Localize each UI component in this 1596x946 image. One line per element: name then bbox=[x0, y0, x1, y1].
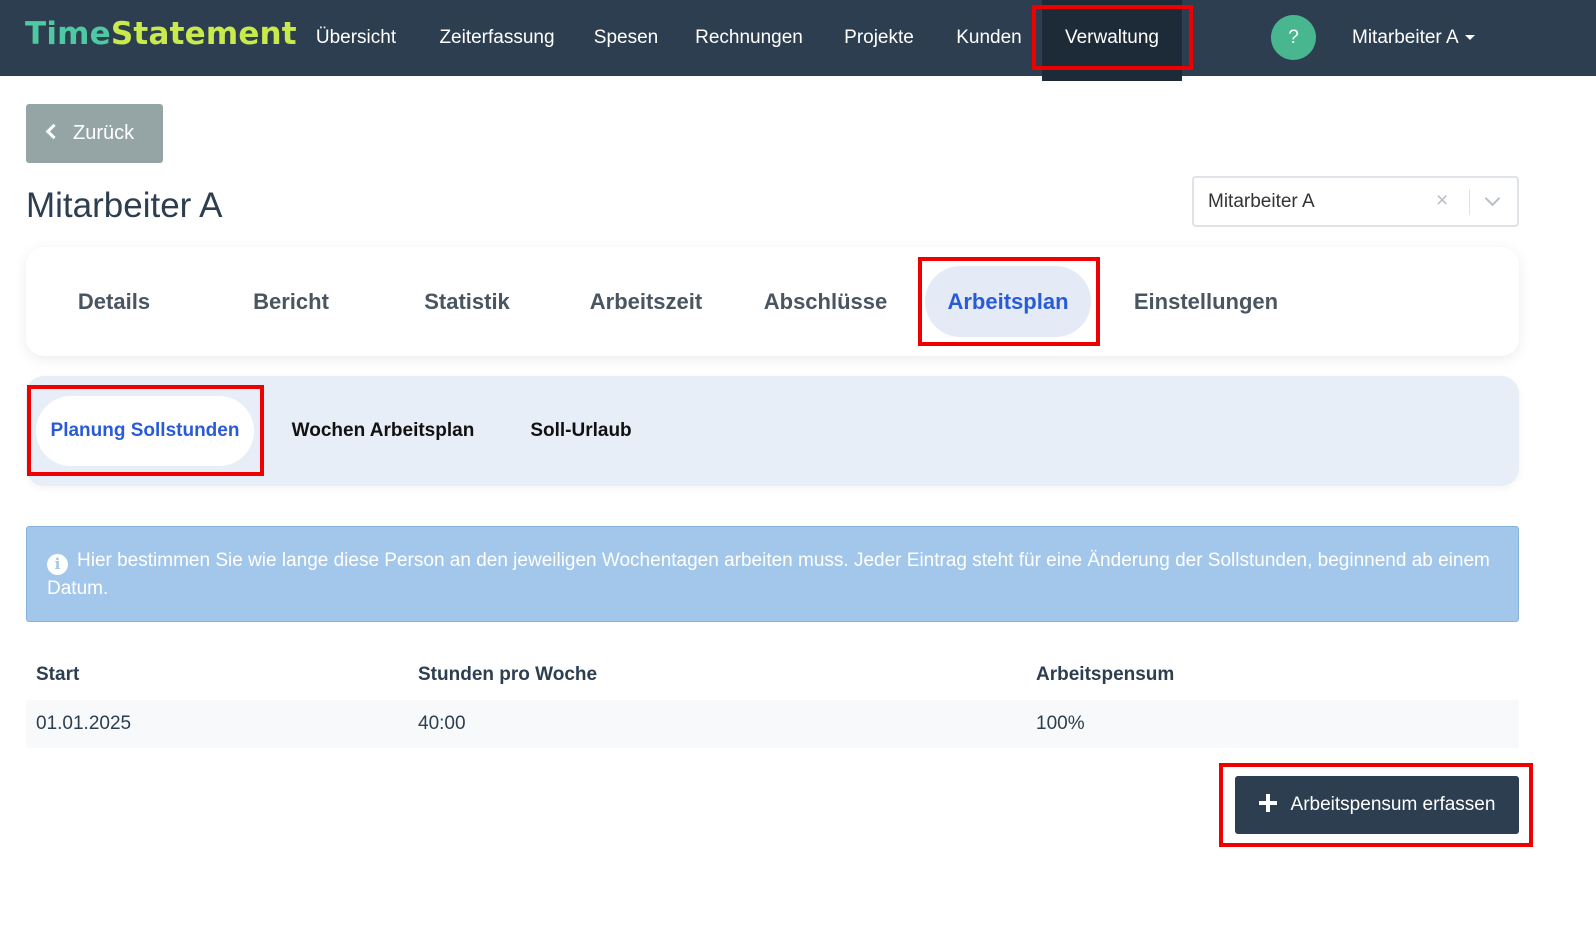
tab-bericht[interactable]: Bericht bbox=[238, 266, 344, 337]
employee-select[interactable]: Mitarbeiter A × bbox=[1192, 176, 1519, 227]
column-header-start: Start bbox=[36, 664, 80, 685]
brand-logo[interactable]: TimeStatement bbox=[25, 16, 297, 52]
tab-statistik[interactable]: Statistik bbox=[412, 266, 522, 337]
chevron-left-icon bbox=[45, 123, 62, 140]
top-navbar: TimeStatement Übersicht Zeiterfassung Sp… bbox=[0, 0, 1596, 76]
tab-arbeitszeit[interactable]: Arbeitszeit bbox=[581, 266, 711, 337]
brand-part-time: Time bbox=[25, 16, 111, 52]
nav-item-verwaltung[interactable]: Verwaltung bbox=[1042, 0, 1182, 76]
arbeitsplan-subtabs: Planung Sollstunden Wochen Arbeitsplan S… bbox=[26, 376, 1519, 486]
table-row[interactable]: 01.01.2025 40:00 100% bbox=[26, 700, 1519, 748]
cell-start: 01.01.2025 bbox=[36, 713, 132, 734]
subtab-soll-urlaub[interactable]: Soll-Urlaub bbox=[522, 396, 640, 466]
user-menu[interactable]: Mitarbeiter A bbox=[1352, 0, 1475, 76]
nav-item-kunden[interactable]: Kunden bbox=[945, 0, 1033, 76]
employee-select-value: Mitarbeiter A bbox=[1208, 191, 1315, 212]
brand-part-statement: Statement bbox=[110, 16, 297, 52]
plus-icon bbox=[1258, 794, 1277, 812]
tab-einstellungen[interactable]: Einstellungen bbox=[1124, 266, 1288, 337]
info-icon: i bbox=[47, 554, 68, 575]
user-menu-label: Mitarbeiter A bbox=[1352, 27, 1459, 48]
help-button[interactable]: ? bbox=[1271, 15, 1316, 60]
tab-details[interactable]: Details bbox=[61, 266, 167, 337]
nav-item-uebersicht[interactable]: Übersicht bbox=[303, 0, 409, 76]
nav-active-indicator bbox=[1042, 76, 1182, 81]
subtab-planung-sollstunden[interactable]: Planung Sollstunden bbox=[36, 396, 254, 466]
column-header-stunden-pro-woche: Stunden pro Woche bbox=[418, 664, 598, 685]
info-alert-text: Hier bestimmen Sie wie lange diese Perso… bbox=[47, 550, 1490, 599]
add-arbeitspensum-button[interactable]: Arbeitspensum erfassen bbox=[1235, 776, 1519, 834]
employee-tabs: Details Bericht Statistik Arbeitszeit Ab… bbox=[26, 247, 1519, 356]
add-arbeitspensum-label: Arbeitspensum erfassen bbox=[1290, 794, 1496, 815]
tab-arbeitsplan[interactable]: Arbeitsplan bbox=[925, 266, 1091, 337]
nav-item-projekte[interactable]: Projekte bbox=[832, 0, 926, 76]
column-header-arbeitspensum: Arbeitspensum bbox=[1036, 664, 1175, 685]
cell-stunden-pro-woche: 40:00 bbox=[418, 713, 466, 734]
nav-item-zeiterfassung[interactable]: Zeiterfassung bbox=[427, 0, 567, 76]
nav-item-rechnungen[interactable]: Rechnungen bbox=[686, 0, 812, 76]
select-separator bbox=[1469, 189, 1470, 215]
chevron-down-icon[interactable] bbox=[1484, 190, 1501, 207]
back-button[interactable]: Zurück bbox=[26, 104, 163, 163]
nav-item-spesen[interactable]: Spesen bbox=[585, 0, 667, 76]
caret-down-icon bbox=[1464, 35, 1475, 41]
back-button-label: Zurück bbox=[73, 122, 135, 144]
clear-icon[interactable]: × bbox=[1436, 189, 1448, 213]
page-title: Mitarbeiter A bbox=[26, 186, 223, 225]
cell-arbeitspensum: 100% bbox=[1036, 713, 1085, 734]
subtab-wochen-arbeitsplan[interactable]: Wochen Arbeitsplan bbox=[282, 396, 484, 466]
tab-abschluesse[interactable]: Abschlüsse bbox=[758, 266, 893, 337]
info-alert: i Hier bestimmen Sie wie lange diese Pers… bbox=[26, 526, 1519, 622]
